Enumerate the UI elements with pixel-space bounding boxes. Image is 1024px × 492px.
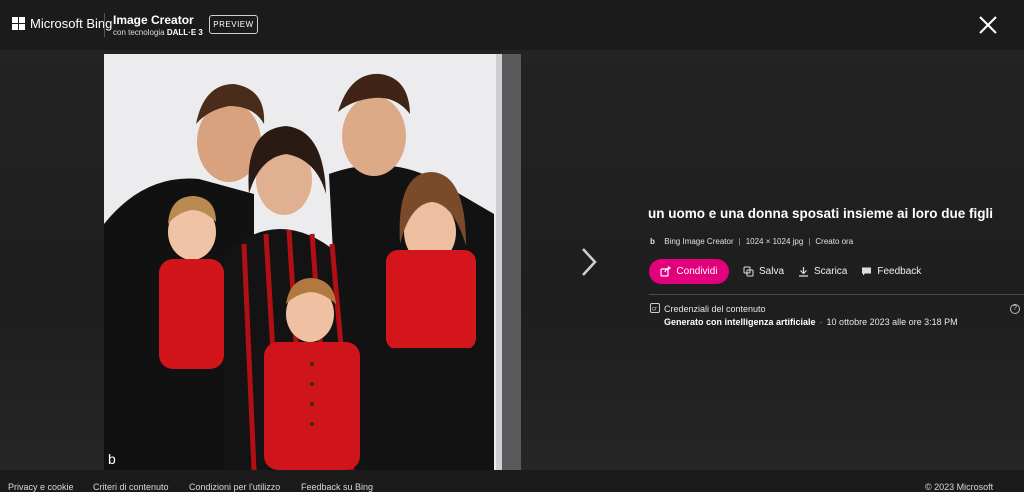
product-subtitle-tech: DALL·E 3 (166, 28, 203, 37)
generated-date: 10 ottobre 2023 alle ore 3:18 PM (826, 317, 958, 327)
footer-link-content-policy[interactable]: Criteri di contenuto (93, 482, 169, 492)
image-dimensions: 1024 × 1024 jpg (745, 237, 804, 246)
image-prompt: un uomo e una donna sposati insieme ai l… (648, 206, 994, 221)
share-icon (660, 266, 672, 277)
header-bar: Microsoft Bing Image Creator con tecnolo… (0, 0, 1024, 50)
product-title[interactable]: Image Creator (113, 13, 194, 27)
generated-by-ai: Generato con intelligenza artificiale (664, 317, 816, 327)
credentials-title: Credenziali del contenuto (664, 304, 766, 314)
family-portrait-image: b (104, 54, 521, 470)
image-viewer: b un uomo e una donna sposati insieme ai… (0, 50, 1024, 470)
help-icon[interactable]: ? (1010, 304, 1020, 314)
download-label: Scarica (814, 266, 848, 277)
preview-badge: PREVIEW (209, 15, 258, 34)
save-label: Salva (759, 266, 785, 277)
svg-text:b: b (108, 451, 116, 467)
product-subtitle-prefix: con tecnologia (113, 28, 165, 37)
bing-logo-icon: b (650, 237, 655, 246)
chevron-right-icon[interactable] (578, 246, 600, 278)
credentials-details: Generato con intelligenza artificiale · 10… (664, 317, 958, 327)
collection-add-icon (743, 266, 754, 277)
footer-link-feedback[interactable]: Feedback su Bing (301, 482, 373, 492)
action-bar: Condividi Salva Scarica Feedback (649, 259, 921, 284)
feedback-button[interactable]: Feedback (861, 266, 921, 277)
content-credentials-icon: cr (650, 303, 660, 313)
share-label: Condividi (676, 266, 718, 277)
comment-icon (862, 267, 872, 276)
generated-image[interactable]: b (104, 54, 521, 470)
share-button[interactable]: Condividi (649, 259, 729, 284)
brand-name[interactable]: Microsoft Bing (30, 16, 112, 31)
save-button[interactable]: Salva (743, 266, 784, 277)
header-divider (104, 13, 105, 37)
download-icon (799, 267, 809, 277)
copyright: © 2023 Microsoft (925, 482, 994, 492)
svg-text:cr: cr (652, 307, 657, 313)
image-metadata: b Bing Image Creator | 1024 × 1024 jpg | Cre… (650, 237, 854, 246)
image-created: Creato ora (815, 237, 854, 246)
close-icon[interactable] (977, 14, 999, 36)
microsoft-logo-icon[interactable] (12, 17, 25, 30)
footer: Privacy e cookie Criteri di contenuto Co… (0, 470, 1024, 492)
image-source: Bing Image Creator (664, 237, 734, 246)
details-divider (649, 294, 1024, 295)
product-subtitle: con tecnologia DALL·E 3 (113, 28, 203, 37)
footer-link-privacy[interactable]: Privacy e cookie (8, 482, 74, 492)
download-button[interactable]: Scarica (798, 266, 847, 277)
feedback-label: Feedback (877, 266, 922, 277)
footer-link-terms[interactable]: Condizioni per l'utilizzo (189, 482, 280, 492)
